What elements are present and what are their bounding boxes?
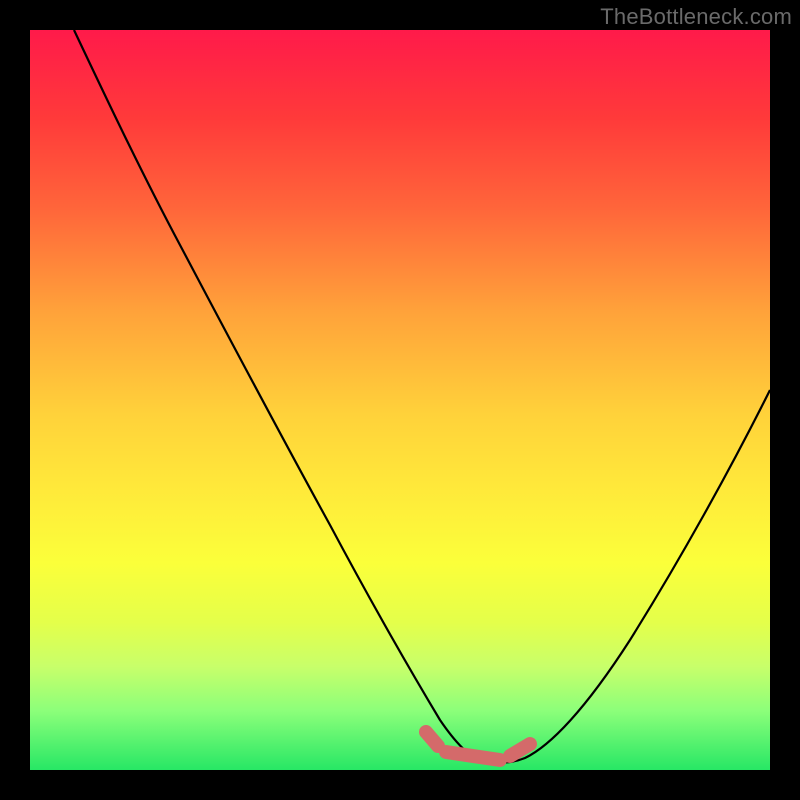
chart-stage: TheBottleneck.com [0, 0, 800, 800]
watermark-text: TheBottleneck.com [600, 4, 792, 30]
sweet-spot-band [426, 732, 530, 760]
bottleneck-curve [74, 30, 770, 763]
plot-area [30, 30, 770, 770]
curve-layer [30, 30, 770, 770]
